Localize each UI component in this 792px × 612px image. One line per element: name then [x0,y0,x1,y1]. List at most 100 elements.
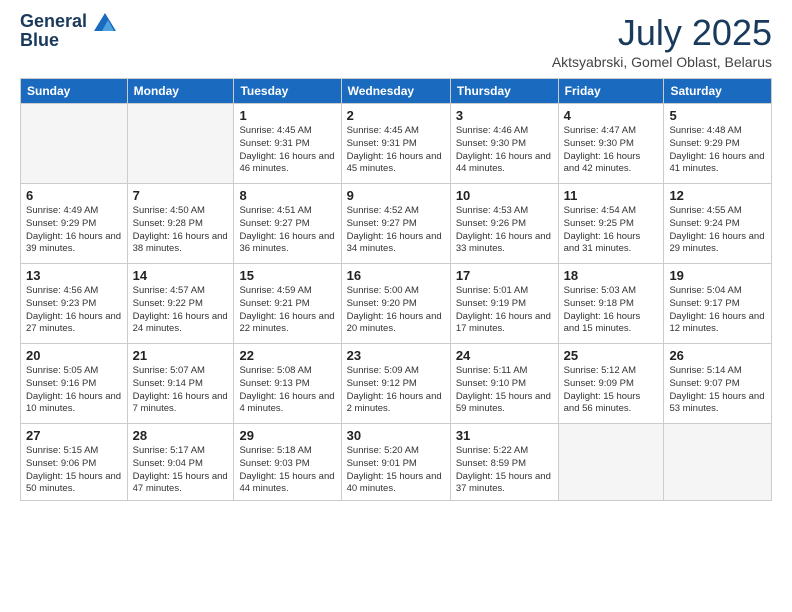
day-number: 27 [26,428,122,443]
day-info: Sunrise: 5:22 AM Sunset: 8:59 PM Dayligh… [456,445,553,496]
sub-title: Aktsyabrski, Gomel Oblast, Belarus [552,54,772,70]
day-cell [127,104,234,184]
day-cell: 24 Sunrise: 5:11 AM Sunset: 9:10 PM Dayli… [450,344,558,424]
day-number: 23 [347,348,445,363]
day-number: 12 [669,188,766,203]
day-info: Sunrise: 5:01 AM Sunset: 9:19 PM Dayligh… [456,285,553,336]
page-header: General Blue July 2025 Aktsyabrski, Gome… [0,0,792,78]
day-number: 11 [564,188,659,203]
day-header-thursday: Thursday [450,79,558,104]
day-info: Sunrise: 5:08 AM Sunset: 9:13 PM Dayligh… [239,365,335,416]
day-info: Sunrise: 5:18 AM Sunset: 9:03 PM Dayligh… [239,445,335,496]
day-info: Sunrise: 4:52 AM Sunset: 9:27 PM Dayligh… [347,205,445,256]
day-cell: 12 Sunrise: 4:55 AM Sunset: 9:24 PM Dayli… [664,184,772,264]
day-cell: 6Sunrise: 4:49 AM Sunset: 9:29 PM Daylig… [21,184,128,264]
day-cell: 8 Sunrise: 4:51 AM Sunset: 9:27 PM Daylig… [234,184,341,264]
day-info: Sunrise: 5:07 AM Sunset: 9:14 PM Dayligh… [133,365,229,416]
logo-text: General [20,12,116,32]
calendar-table: SundayMondayTuesdayWednesdayThursdayFrid… [20,78,772,501]
day-number: 8 [239,188,335,203]
day-info: Sunrise: 4:45 AM Sunset: 9:31 PM Dayligh… [347,125,445,176]
day-header-monday: Monday [127,79,234,104]
logo: General Blue [20,12,116,51]
day-cell [558,424,664,501]
day-info: Sunrise: 4:47 AM Sunset: 9:30 PM Dayligh… [564,125,659,176]
day-number: 1 [239,108,335,123]
day-cell: 3Sunrise: 4:46 AM Sunset: 9:30 PM Daylig… [450,104,558,184]
day-cell [664,424,772,501]
day-cell: 5 Sunrise: 4:48 AM Sunset: 9:29 PM Daylig… [664,104,772,184]
day-info: Sunrise: 5:11 AM Sunset: 9:10 PM Dayligh… [456,365,553,416]
day-number: 2 [347,108,445,123]
day-info: Sunrise: 5:04 AM Sunset: 9:17 PM Dayligh… [669,285,766,336]
day-info: Sunrise: 5:00 AM Sunset: 9:20 PM Dayligh… [347,285,445,336]
day-info: Sunrise: 4:54 AM Sunset: 9:25 PM Dayligh… [564,205,659,256]
day-cell: 13Sunrise: 4:56 AM Sunset: 9:23 PM Dayli… [21,264,128,344]
day-cell: 28Sunrise: 5:17 AM Sunset: 9:04 PM Dayli… [127,424,234,501]
day-cell: 9 Sunrise: 4:52 AM Sunset: 9:27 PM Daylig… [341,184,450,264]
day-cell: 22 Sunrise: 5:08 AM Sunset: 9:13 PM Dayli… [234,344,341,424]
day-number: 29 [239,428,335,443]
day-info: Sunrise: 4:51 AM Sunset: 9:27 PM Dayligh… [239,205,335,256]
day-cell: 20 Sunrise: 5:05 AM Sunset: 9:16 PM Dayli… [21,344,128,424]
day-header-sunday: Sunday [21,79,128,104]
day-info: Sunrise: 5:15 AM Sunset: 9:06 PM Dayligh… [26,445,122,496]
day-info: Sunrise: 4:55 AM Sunset: 9:24 PM Dayligh… [669,205,766,256]
day-cell: 26Sunrise: 5:14 AM Sunset: 9:07 PM Dayli… [664,344,772,424]
day-info: Sunrise: 4:45 AM Sunset: 9:31 PM Dayligh… [239,125,335,176]
day-number: 18 [564,268,659,283]
day-header-wednesday: Wednesday [341,79,450,104]
day-cell: 17 Sunrise: 5:01 AM Sunset: 9:19 PM Dayli… [450,264,558,344]
day-cell: 1 Sunrise: 4:45 AM Sunset: 9:31 PM Daylig… [234,104,341,184]
main-title: July 2025 [552,12,772,54]
day-info: Sunrise: 5:05 AM Sunset: 9:16 PM Dayligh… [26,365,122,416]
day-cell: 2 Sunrise: 4:45 AM Sunset: 9:31 PM Daylig… [341,104,450,184]
day-cell: 27 Sunrise: 5:15 AM Sunset: 9:06 PM Dayli… [21,424,128,501]
day-cell: 15 Sunrise: 4:59 AM Sunset: 9:21 PM Dayli… [234,264,341,344]
day-number: 30 [347,428,445,443]
day-number: 6 [26,188,122,203]
day-cell: 16 Sunrise: 5:00 AM Sunset: 9:20 PM Dayli… [341,264,450,344]
day-number: 9 [347,188,445,203]
day-number: 4 [564,108,659,123]
day-cell: 11 Sunrise: 4:54 AM Sunset: 9:25 PM Dayli… [558,184,664,264]
day-cell: 19 Sunrise: 5:04 AM Sunset: 9:17 PM Dayli… [664,264,772,344]
day-info: Sunrise: 4:53 AM Sunset: 9:26 PM Dayligh… [456,205,553,256]
day-number: 21 [133,348,229,363]
day-cell: 7Sunrise: 4:50 AM Sunset: 9:28 PM Daylig… [127,184,234,264]
day-info: Sunrise: 5:03 AM Sunset: 9:18 PM Dayligh… [564,285,659,336]
day-number: 17 [456,268,553,283]
day-number: 25 [564,348,659,363]
day-number: 24 [456,348,553,363]
day-info: Sunrise: 4:57 AM Sunset: 9:22 PM Dayligh… [133,285,229,336]
day-number: 31 [456,428,553,443]
day-cell: 31 Sunrise: 5:22 AM Sunset: 8:59 PM Dayli… [450,424,558,501]
day-number: 15 [239,268,335,283]
day-number: 20 [26,348,122,363]
day-info: Sunrise: 5:20 AM Sunset: 9:01 PM Dayligh… [347,445,445,496]
day-number: 13 [26,268,122,283]
day-header-saturday: Saturday [664,79,772,104]
day-info: Sunrise: 4:48 AM Sunset: 9:29 PM Dayligh… [669,125,766,176]
title-block: July 2025 Aktsyabrski, Gomel Oblast, Bel… [552,12,772,70]
day-number: 16 [347,268,445,283]
day-number: 5 [669,108,766,123]
day-header-tuesday: Tuesday [234,79,341,104]
day-number: 3 [456,108,553,123]
day-cell: 21 Sunrise: 5:07 AM Sunset: 9:14 PM Dayli… [127,344,234,424]
day-info: Sunrise: 4:59 AM Sunset: 9:21 PM Dayligh… [239,285,335,336]
day-number: 7 [133,188,229,203]
logo-icon [94,13,116,31]
day-info: Sunrise: 5:12 AM Sunset: 9:09 PM Dayligh… [564,365,659,416]
day-cell: 18 Sunrise: 5:03 AM Sunset: 9:18 PM Dayli… [558,264,664,344]
day-number: 10 [456,188,553,203]
logo-blue: Blue [20,30,116,51]
day-cell [21,104,128,184]
day-number: 22 [239,348,335,363]
day-header-friday: Friday [558,79,664,104]
day-info: Sunrise: 5:17 AM Sunset: 9:04 PM Dayligh… [133,445,229,496]
day-cell: 23Sunrise: 5:09 AM Sunset: 9:12 PM Dayli… [341,344,450,424]
day-cell: 25 Sunrise: 5:12 AM Sunset: 9:09 PM Dayli… [558,344,664,424]
day-number: 19 [669,268,766,283]
day-info: Sunrise: 5:14 AM Sunset: 9:07 PM Dayligh… [669,365,766,416]
